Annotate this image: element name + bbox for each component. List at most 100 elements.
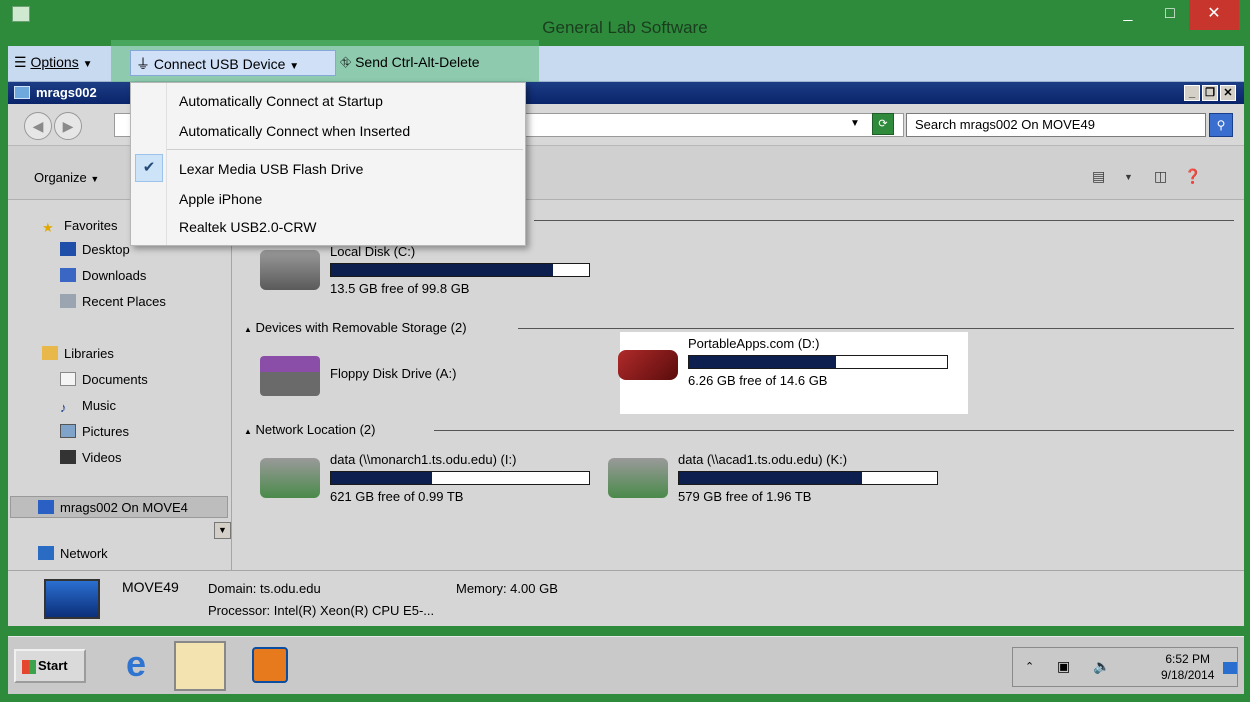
view-dropdown-icon[interactable]: ▼ bbox=[1124, 172, 1133, 182]
start-button[interactable]: Start bbox=[14, 649, 86, 683]
minimize-button[interactable]: _ bbox=[1105, 0, 1151, 30]
drive-d[interactable]: PortableApps.com (D:) 6.26 GB free of 14… bbox=[618, 336, 958, 392]
nav-pictures[interactable]: Pictures bbox=[60, 424, 129, 439]
nav-libraries[interactable]: Libraries bbox=[42, 346, 114, 361]
menu-item-lexar-usb[interactable]: Lexar Media USB Flash Drive bbox=[131, 155, 525, 183]
send-cad-label: Send Ctrl-Alt-Delete bbox=[355, 54, 480, 70]
floppy-drive-icon bbox=[260, 356, 320, 396]
libraries-icon bbox=[42, 346, 58, 360]
start-label: Start bbox=[38, 658, 68, 673]
drive-k-usage-fill bbox=[679, 472, 863, 484]
organize-button[interactable]: Organize ▼ bbox=[34, 170, 99, 185]
network-status-icon[interactable]: ▣ bbox=[1057, 658, 1070, 675]
drive-i-free: 621 GB free of 0.99 TB bbox=[330, 489, 464, 504]
group-removable[interactable]: ▲ Devices with Removable Storage (2) bbox=[244, 320, 467, 335]
menu-item-auto-startup[interactable]: Automatically Connect at Startup bbox=[131, 87, 525, 115]
nav-libraries-label: Libraries bbox=[64, 346, 114, 361]
search-input[interactable]: Search mrags002 On MOVE49 bbox=[906, 113, 1206, 137]
drive-k-free: 579 GB free of 1.96 TB bbox=[678, 489, 812, 504]
nav-network-label: Network bbox=[60, 546, 108, 561]
collapse-icon: ▲ bbox=[244, 427, 252, 436]
nav-downloads[interactable]: Downloads bbox=[60, 268, 146, 283]
file-explorer-icon[interactable] bbox=[174, 641, 226, 691]
menu-separator bbox=[167, 149, 523, 150]
nav-music[interactable]: ♪ Music bbox=[60, 398, 116, 415]
nav-network[interactable]: Network bbox=[38, 546, 108, 561]
drive-i[interactable]: data (\\monarch1.ts.odu.edu) (I:) 621 GB… bbox=[260, 452, 600, 508]
help-icon[interactable]: ❓ bbox=[1184, 168, 1201, 185]
volume-icon[interactable]: 🔈 bbox=[1093, 658, 1110, 675]
navigation-pane: ★ Favorites Desktop Downloads Recent Plac… bbox=[8, 200, 232, 570]
drive-d-usage-bar bbox=[688, 355, 948, 369]
network-drive-icon bbox=[260, 458, 320, 498]
drive-k[interactable]: data (\\acad1.ts.odu.edu) (K:) 579 GB fr… bbox=[608, 452, 948, 508]
group-network[interactable]: ▲ Network Location (2) bbox=[244, 422, 376, 437]
search-icon[interactable]: ⚲ bbox=[1209, 113, 1233, 137]
connect-usb-label: Connect USB Device bbox=[153, 56, 286, 72]
refresh-button[interactable]: ⟳ bbox=[872, 113, 894, 135]
explorer-restore-button[interactable]: ❐ bbox=[1202, 85, 1218, 101]
show-desktop-icon[interactable] bbox=[1223, 662, 1237, 674]
chevron-down-icon: ▼ bbox=[289, 61, 300, 72]
options-menu-button[interactable]: ☰ Options ▼ bbox=[14, 54, 93, 71]
connect-usb-button[interactable]: ⏚ Connect USB Device ▼ bbox=[136, 54, 299, 74]
menu-item-realtek[interactable]: Realtek USB2.0-CRW bbox=[131, 213, 525, 241]
drive-k-name: data (\\acad1.ts.odu.edu) (K:) bbox=[678, 452, 848, 467]
nav-videos[interactable]: Videos bbox=[60, 450, 122, 465]
drive-c[interactable]: Local Disk (C:) 13.5 GB free of 99.8 GB bbox=[260, 244, 600, 300]
drive-i-name: data (\\monarch1.ts.odu.edu) (I:) bbox=[330, 452, 517, 467]
usb-icon: ⏚ bbox=[136, 56, 150, 72]
nav-desktop[interactable]: Desktop bbox=[60, 242, 130, 257]
nav-recent-places-label: Recent Places bbox=[82, 294, 166, 309]
nav-downloads-label: Downloads bbox=[82, 268, 147, 283]
drive-i-usage-fill bbox=[331, 472, 432, 484]
usb-drive-icon bbox=[618, 350, 678, 380]
show-hidden-icons-icon[interactable]: ⌃ bbox=[1025, 660, 1034, 673]
remote-toolbar: ☰ Options ▼ ⏚ Connect USB Device ▼ ⛗ Sen… bbox=[8, 40, 1244, 86]
chevron-down-icon: ▼ bbox=[82, 59, 93, 70]
internet-explorer-icon[interactable]: e bbox=[116, 645, 156, 685]
forward-button[interactable]: ▶ bbox=[54, 112, 82, 140]
nav-documents-label: Documents bbox=[82, 372, 148, 387]
drive-c-usage-fill bbox=[331, 264, 553, 276]
drive-a[interactable]: Floppy Disk Drive (A:) bbox=[260, 350, 600, 406]
send-ctrl-alt-delete-button[interactable]: ⛗ Send Ctrl-Alt-Delete bbox=[340, 54, 480, 71]
media-app-icon[interactable] bbox=[252, 647, 288, 683]
nav-favorites[interactable]: ★ Favorites bbox=[42, 218, 118, 235]
network-plug-icon: ⛗ bbox=[340, 54, 352, 70]
nav-computer-label: mrags002 On MOVE4 bbox=[60, 500, 188, 515]
group-divider bbox=[518, 328, 1234, 329]
drive-c-free: 13.5 GB free of 99.8 GB bbox=[330, 281, 470, 296]
group-network-label: Network Location (2) bbox=[255, 422, 376, 437]
clock[interactable]: 6:52 PM 9/18/2014 bbox=[1161, 651, 1214, 683]
preview-pane-icon[interactable]: ◫ bbox=[1154, 168, 1167, 185]
explorer-minimize-button[interactable]: _ bbox=[1184, 85, 1200, 101]
drive-k-usage-bar bbox=[678, 471, 938, 485]
close-button[interactable]: ✕ bbox=[1189, 0, 1239, 30]
maximize-button[interactable]: □ bbox=[1147, 0, 1193, 30]
chevron-down-icon: ▼ bbox=[90, 174, 100, 184]
drive-d-name: PortableApps.com (D:) bbox=[688, 336, 820, 351]
back-button[interactable]: ◀ bbox=[24, 112, 52, 140]
collapse-icon: ▲ bbox=[244, 325, 252, 334]
explorer-close-button[interactable]: ✕ bbox=[1220, 85, 1236, 101]
menu-item-auto-inserted[interactable]: Automatically Connect when Inserted bbox=[131, 117, 525, 145]
clock-date: 9/18/2014 bbox=[1161, 668, 1215, 682]
menu-item-apple-iphone[interactable]: Apple iPhone bbox=[131, 185, 525, 213]
change-view-icon[interactable]: ▤ bbox=[1092, 168, 1105, 185]
drive-d-free: 6.26 GB free of 14.6 GB bbox=[688, 373, 828, 388]
recent-places-icon bbox=[60, 294, 76, 308]
details-pane: MOVE49 Domain: ts.odu.edu Memory: 4.00 G… bbox=[8, 570, 1244, 626]
clock-time: 6:52 PM bbox=[1165, 652, 1211, 666]
scroll-down-button[interactable]: ▼ bbox=[214, 522, 231, 539]
pictures-icon bbox=[60, 424, 76, 438]
nav-favorites-label: Favorites bbox=[64, 218, 118, 233]
nav-recent-places[interactable]: Recent Places bbox=[60, 294, 166, 309]
hamburger-icon: ☰ bbox=[14, 54, 27, 70]
nav-computer[interactable]: mrags002 On MOVE4 bbox=[38, 500, 188, 515]
hard-drive-icon bbox=[260, 250, 320, 290]
address-dropdown-icon[interactable]: ▼ bbox=[850, 118, 860, 129]
nav-pictures-label: Pictures bbox=[82, 424, 129, 439]
usb-device-menu: Automatically Connect at Startup Automat… bbox=[130, 82, 526, 246]
nav-documents[interactable]: Documents bbox=[60, 372, 148, 387]
